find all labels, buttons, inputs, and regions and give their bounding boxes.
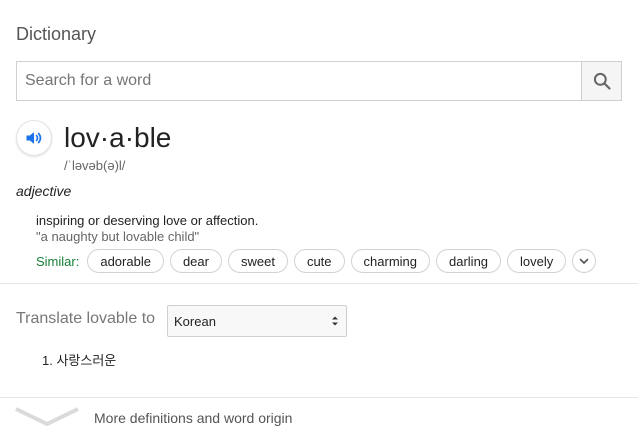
translate-label: Translate lovable to — [16, 310, 156, 327]
similar-label: Similar: — [36, 253, 80, 269]
similar-words: Similar: adorable dear sweet cute charmi… — [36, 248, 597, 274]
translation-result: 1. 사랑스러운 — [42, 353, 117, 368]
example-sentence: "a naughty but lovable child" — [36, 229, 200, 244]
headword: lov·a·ble — [64, 122, 172, 153]
language-select[interactable]: Korean — [167, 305, 347, 337]
search-input[interactable] — [17, 62, 581, 100]
similar-chip-sweet[interactable]: sweet — [227, 249, 288, 273]
expand-chevron-icon — [15, 407, 79, 426]
language-select-value: Korean — [174, 313, 216, 329]
phonetic-spelling: /ˈləvəb(ə)l/ — [64, 158, 126, 173]
chevron-down-icon — [579, 258, 589, 264]
select-arrows-icon — [328, 305, 342, 337]
section-divider — [0, 283, 638, 284]
similar-chip-cute[interactable]: cute — [293, 249, 345, 273]
definition-text: inspiring or deserving love or affection… — [36, 213, 259, 228]
speaker-icon — [26, 132, 42, 144]
search-button[interactable] — [581, 62, 621, 100]
card-title: Dictionary — [16, 24, 97, 44]
similar-chip-charming[interactable]: charming — [350, 249, 430, 273]
similar-chip-dear[interactable]: dear — [169, 249, 222, 273]
search-icon — [593, 72, 611, 90]
similar-chip-lovely[interactable]: lovely — [507, 249, 567, 273]
more-definitions-label: More definitions and word origin — [94, 410, 293, 426]
similar-chip-darling[interactable]: darling — [436, 249, 502, 273]
expand-similar-button[interactable] — [572, 249, 597, 273]
similar-chip-adorable[interactable]: adorable — [87, 249, 164, 273]
dictionary-card: Dictionary lov·a·ble /ˈləvəb(ə)l/ adject… — [0, 0, 638, 438]
part-of-speech: adjective — [16, 183, 72, 199]
more-definitions-button[interactable]: More definitions and word origin — [0, 398, 638, 438]
search-bar — [16, 61, 622, 101]
pronunciation-button[interactable] — [16, 120, 52, 156]
